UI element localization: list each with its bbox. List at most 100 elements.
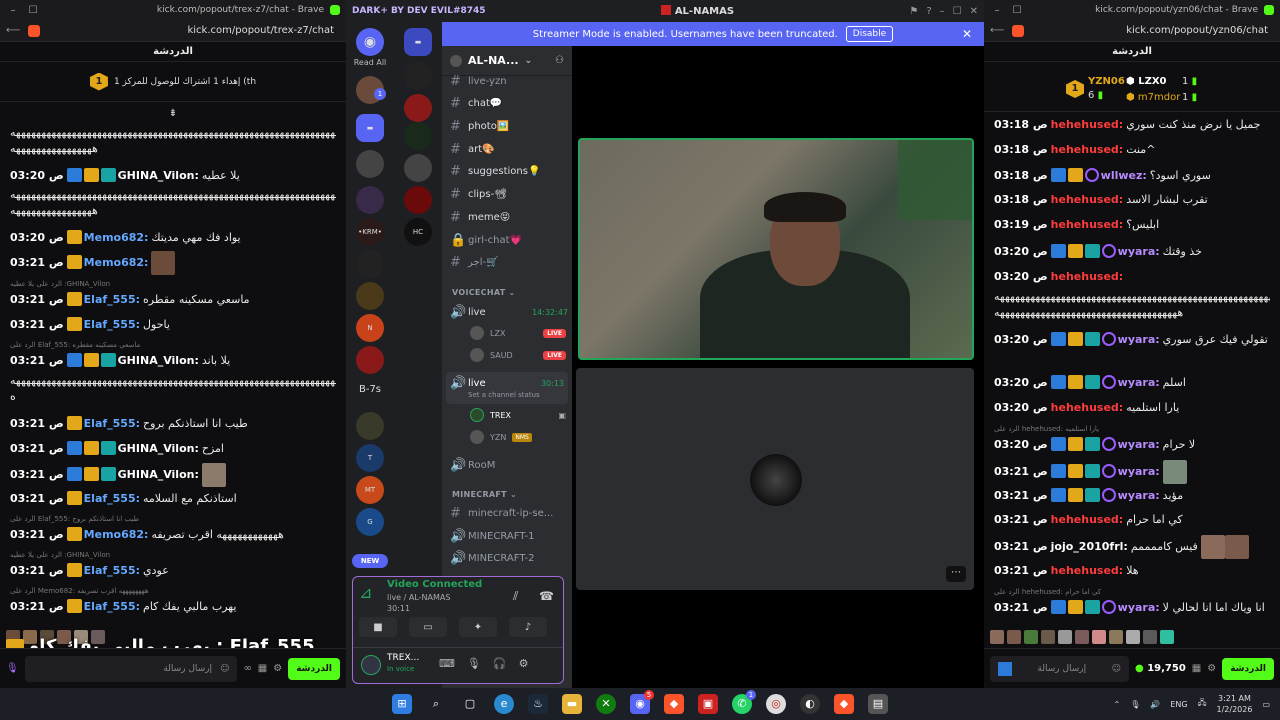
emote-icon[interactable]	[1007, 630, 1021, 644]
store-icon[interactable]: ▦	[1192, 663, 1201, 674]
edge-icon[interactable]: e	[494, 694, 514, 714]
emote-icon[interactable]	[1126, 630, 1140, 644]
brave-taskbar-icon[interactable]: ◆	[664, 694, 684, 714]
emote-icon[interactable]	[1092, 630, 1106, 644]
search-icon[interactable]: ⌕	[426, 694, 446, 714]
app-icon[interactable]: ▤	[868, 694, 888, 714]
emoji-icon[interactable]: ☺	[1112, 664, 1121, 674]
channel-chat[interactable]: # chat💬	[450, 94, 568, 112]
folder-icon[interactable]: ▬	[356, 114, 384, 142]
add-member-icon[interactable]: ⚇	[555, 55, 564, 66]
steam-icon[interactable]: ♨	[528, 694, 548, 714]
noise-suppression-icon[interactable]: ⫽	[513, 589, 518, 604]
points-balance[interactable]: ● 19,750	[1135, 663, 1186, 674]
server-icon[interactable]	[404, 186, 432, 214]
channel-live-yzn[interactable]: # live-yzn	[450, 72, 568, 90]
channel-meme[interactable]: # meme😝	[450, 208, 568, 226]
close-banner-icon[interactable]: ✕	[962, 27, 972, 41]
server-icon[interactable]	[404, 122, 432, 150]
xbox-icon[interactable]: ✕	[596, 694, 616, 714]
notification-icon[interactable]: ▭	[1262, 700, 1270, 709]
url-field[interactable]: kick.com/popout/yzn06/chat	[1032, 25, 1274, 36]
channel-minecraft-ip[interactable]: # minecraft-ip-se...	[450, 504, 568, 522]
server-icon[interactable]: N	[356, 314, 384, 342]
disconnect-icon[interactable]: ☎	[539, 589, 554, 603]
maximize-icon[interactable]: ☐	[953, 6, 962, 17]
back-icon[interactable]: ⟵	[990, 25, 1004, 36]
brave-shield-icon[interactable]	[28, 24, 41, 37]
network-icon[interactable]: 🖧	[1198, 697, 1207, 711]
voice-channel-live-active[interactable]: 🔊 live 30:13 Set a channel status	[446, 372, 568, 404]
chrome-icon[interactable]: ◎	[766, 694, 786, 714]
more-options-icon[interactable]: ⋯	[946, 566, 966, 582]
server-icon[interactable]	[404, 94, 432, 122]
emote-icon[interactable]	[1058, 630, 1072, 644]
channel-minecraft-2[interactable]: 🔊 MINECRAFT-2	[450, 549, 568, 567]
close-icon[interactable]: ✕	[970, 6, 978, 17]
volume-icon[interactable]: 🔊	[1150, 700, 1160, 709]
channel-minecraft-1[interactable]: 🔊 MINECRAFT-1	[450, 527, 568, 545]
settings-icon[interactable]: ⚙	[273, 663, 282, 674]
mic-icon[interactable]: 🎙	[467, 657, 481, 670]
emote-icon[interactable]	[1075, 630, 1089, 644]
channel-clips[interactable]: # clips-📽	[450, 185, 568, 203]
brave-taskbar-icon-2[interactable]: ◆	[834, 694, 854, 714]
server-icon[interactable]	[356, 250, 384, 278]
emote-icon[interactable]	[1024, 630, 1038, 644]
file-explorer-icon[interactable]: ▬	[562, 694, 582, 714]
chat-button[interactable]: الدردشة	[288, 657, 340, 680]
emote-icon[interactable]	[1160, 630, 1174, 644]
video-channel-label[interactable]: live / AL-NAMAS	[387, 593, 450, 602]
back-icon[interactable]: ⟵	[6, 25, 20, 36]
emote-icon[interactable]	[1143, 630, 1157, 644]
voice-user[interactable]: LZX LIVE	[470, 324, 566, 342]
server-icon-krm[interactable]: •KRM•	[356, 218, 384, 246]
disable-button[interactable]: Disable	[845, 26, 894, 42]
voice-channel-live[interactable]: 🔊 live 14:32:47	[450, 303, 568, 321]
voice-channel-room[interactable]: 🔊 RooM	[450, 456, 568, 474]
help-icon[interactable]: ?	[926, 6, 931, 17]
discord-taskbar-icon[interactable]: ◉ 5	[630, 690, 654, 714]
app-icon[interactable]: ▣	[698, 694, 718, 714]
folder-icon[interactable]: ▬	[404, 28, 432, 56]
message-input[interactable]: إرسال رسالة ☺	[990, 655, 1129, 682]
url-field[interactable]: kick.com/popout/trex-z7/chat	[48, 25, 340, 36]
emoji-icon[interactable]: ☺	[220, 664, 229, 674]
mic-tray-icon[interactable]: 🎙	[1130, 700, 1140, 709]
settings-icon[interactable]: ⚙	[1207, 663, 1216, 674]
chevron-up-icon[interactable]: ⌃	[1114, 700, 1121, 709]
maximize-icon[interactable]: ☐	[26, 5, 40, 16]
server-icon[interactable]	[404, 62, 432, 90]
video-tile-camera[interactable]	[578, 138, 974, 360]
user-settings-icon[interactable]: ⚙	[519, 657, 529, 670]
infinity-icon[interactable]: ∞	[243, 663, 251, 674]
server-icon[interactable]: MT	[356, 476, 384, 504]
server-icon[interactable]	[356, 346, 384, 374]
screen-share-icon[interactable]: ▭	[409, 617, 447, 637]
channel-ajr[interactable]: # اجر-🛒	[450, 253, 568, 271]
maximize-icon[interactable]: ☐	[1010, 5, 1024, 16]
brave-shield-icon[interactable]	[1012, 24, 1025, 37]
category-minecraft[interactable]: MINECRAFT ⌄	[452, 490, 517, 499]
server-icon[interactable]	[404, 154, 432, 182]
server-icon[interactable]	[356, 412, 384, 440]
self-avatar[interactable]	[361, 655, 381, 675]
activities-icon[interactable]: ✦	[459, 617, 497, 637]
self-username[interactable]: TREX...	[387, 653, 419, 663]
channel-girl-chat[interactable]: 🔒 girl-chat💗	[450, 231, 568, 249]
language-indicator[interactable]: ENG	[1170, 700, 1187, 709]
server-icon[interactable]	[356, 282, 384, 310]
emote-icon[interactable]	[1041, 630, 1055, 644]
channel-suggestions[interactable]: # suggestions💡	[450, 162, 568, 180]
new-servers-pill[interactable]: NEW	[352, 554, 388, 568]
task-view-icon[interactable]: ▢	[460, 694, 480, 714]
server-icon[interactable]: T	[356, 444, 384, 472]
channel-status[interactable]: Set a channel status	[468, 391, 540, 399]
whatsapp-icon[interactable]: ✆ 1	[732, 690, 756, 714]
category-voicechat[interactable]: VOICECHAT ⌄	[452, 288, 516, 297]
mic-icon[interactable]: 🎙	[6, 663, 19, 674]
minimize-icon[interactable]: –	[6, 5, 20, 16]
video-tile-user[interactable]: ⋯	[576, 368, 974, 590]
channel-photo[interactable]: # photo🖼️	[450, 117, 568, 135]
server-icon[interactable]	[356, 186, 384, 214]
